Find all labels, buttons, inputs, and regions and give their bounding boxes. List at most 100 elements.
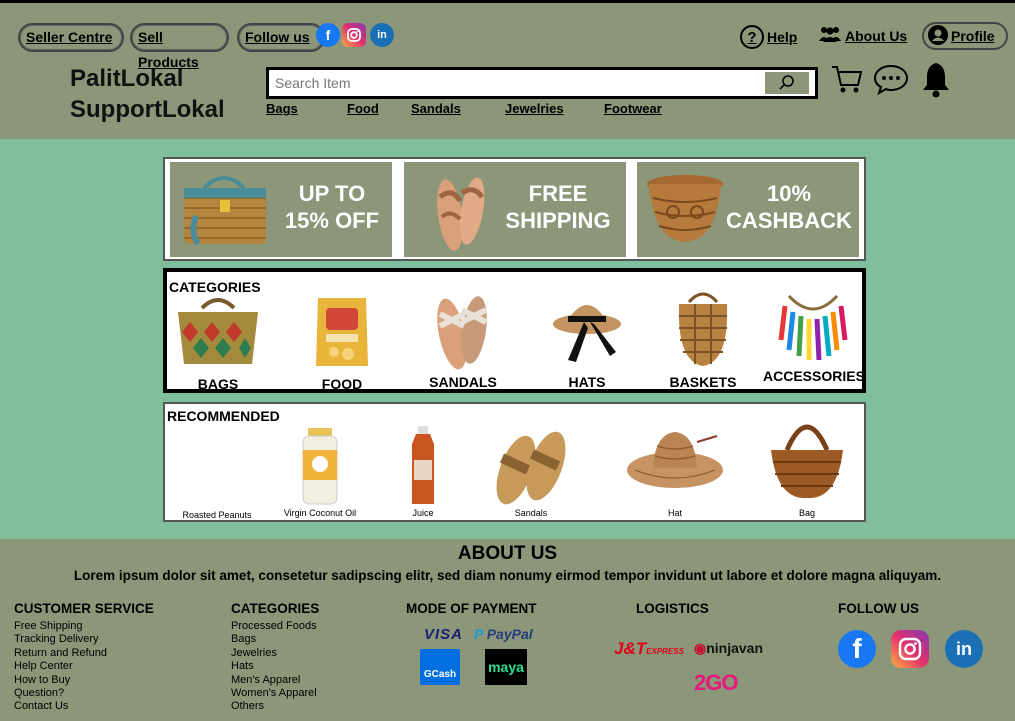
accessories-image	[778, 294, 848, 361]
category-baskets[interactable]: BASKETS	[659, 290, 747, 390]
category-bags-label: BAGS	[197, 376, 239, 392]
sandals-cat-image	[437, 296, 488, 370]
brand-logo[interactable]: PalitLokal SupportLokal	[70, 63, 225, 125]
jt-sub-label: EXPRESS	[646, 647, 684, 656]
rec-item-label: Hat	[667, 508, 682, 518]
footer-category-link[interactable]: Women's Apparel	[231, 687, 319, 700]
cs-link[interactable]: Return and Refund	[14, 647, 154, 660]
follow-title: FOLLOW US	[838, 601, 919, 616]
cs-link[interactable]: Question?	[14, 687, 154, 700]
categories-section: CATEGORIES BAGS FOOD SANDALS HATS BASKET…	[163, 268, 866, 393]
user-circle-icon	[928, 24, 948, 48]
nav-jewelries[interactable]: Jewelries	[505, 101, 564, 116]
search-button[interactable]	[765, 72, 809, 94]
category-hats-label: HATS	[568, 374, 606, 390]
cs-link[interactable]: Tracking Delivery	[14, 633, 154, 646]
footer-category-link[interactable]: Bags	[231, 633, 319, 646]
category-food[interactable]: FOOD	[297, 294, 387, 392]
rec-item-bag[interactable]: Bag	[763, 410, 851, 518]
footer-category-link[interactable]: Men's Apparel	[231, 674, 319, 687]
about-us-link[interactable]: About Us	[818, 25, 907, 46]
instagram-icon[interactable]	[342, 23, 366, 47]
bell-icon[interactable]	[920, 61, 952, 104]
category-accessories-label: ACCESSORIES	[763, 368, 865, 384]
rec-hat-image	[627, 432, 723, 488]
footer-categories-column: CATEGORIES Processed Foods Bags Jewelrie…	[231, 601, 319, 714]
promo-discount[interactable]: UP TO 15% OFF	[170, 162, 392, 257]
cs-link[interactable]: Contact Us	[14, 700, 154, 713]
promo-shipping[interactable]: FREE SHIPPING	[404, 162, 626, 257]
category-baskets-label: BASKETS	[669, 374, 737, 390]
facebook-icon[interactable]: f	[838, 630, 876, 668]
follow-column: FOLLOW US	[838, 601, 919, 620]
header: Seller Centre Sell Products Follow us f …	[0, 0, 1015, 139]
paypal-logo: P PayPal	[474, 626, 533, 642]
ninjavan-logo: ◉ninjavan	[694, 640, 763, 657]
category-hats[interactable]: HATS	[545, 290, 629, 390]
linkedin-icon[interactable]: in	[945, 630, 983, 668]
gcash-logo: GCash	[420, 649, 460, 685]
category-accessories[interactable]: ACCESSORIES	[763, 286, 865, 386]
ninjavan-label: ninjavan	[706, 640, 764, 656]
footer-category-link[interactable]: Hats	[231, 660, 319, 673]
rec-item-sandals[interactable]: Sandals	[485, 426, 577, 518]
about-title: ABOUT US	[457, 543, 558, 564]
brand-line-2: SupportLokal	[70, 96, 225, 123]
category-sandals-label: SANDALS	[429, 374, 497, 390]
about-us-label: About Us	[845, 27, 908, 44]
footer-category-link[interactable]: Others	[231, 700, 319, 713]
promo-cashback[interactable]: 10% CASHBACK	[637, 162, 859, 257]
nav-footwear[interactable]: Footwear	[604, 101, 662, 116]
rec-item-label: Sandals	[514, 508, 548, 518]
visa-logo: VISA	[424, 626, 464, 643]
promo-banner: UP TO 15% OFF FREE SHIPPING 10% CASHBACK	[163, 157, 866, 261]
nav-sandals[interactable]: Sandals	[411, 101, 461, 116]
help-link[interactable]: ? Help	[740, 25, 797, 49]
sandals-image	[428, 167, 490, 261]
category-food-label: FOOD	[321, 376, 363, 392]
cs-link[interactable]: Help Center	[14, 660, 154, 673]
search-input[interactable]	[269, 70, 759, 96]
categories-title: CATEGORIES	[169, 279, 261, 295]
promo-cashback-line1: 10%	[766, 181, 812, 206]
search-bar	[266, 67, 818, 99]
coconut-oil-image	[302, 428, 338, 505]
brand-line-1: PalitLokal	[70, 65, 184, 92]
rec-item-label: Virgin Coconut Oil	[283, 508, 357, 518]
maya-logo: maya	[485, 649, 527, 685]
footer: CUSTOMER SERVICE Free Shipping Tracking …	[0, 591, 1015, 721]
cs-link[interactable]: How to Buy	[14, 674, 154, 687]
payment-title: MODE OF PAYMENT	[406, 601, 537, 616]
nav-bags[interactable]: Bags	[266, 101, 298, 116]
jt-label: J&T	[614, 639, 647, 658]
food-image	[316, 298, 368, 366]
about-text: Lorem ipsum dolor sit amet, consetetur s…	[73, 568, 942, 583]
cart-icon[interactable]	[830, 61, 864, 100]
seller-centre-button[interactable]: Seller Centre	[18, 23, 124, 52]
customer-service-column: CUSTOMER SERVICE Free Shipping Tracking …	[14, 601, 154, 714]
rec-item-coconut-oil[interactable]: Virgin Coconut Oil	[275, 426, 365, 518]
instagram-icon[interactable]	[891, 630, 929, 668]
category-sandals[interactable]: SANDALS	[417, 290, 509, 390]
footer-category-link[interactable]: Jewelries	[231, 647, 319, 660]
category-bags[interactable]: BAGS	[171, 294, 265, 392]
cs-link[interactable]: Free Shipping	[14, 620, 154, 633]
facebook-icon[interactable]: f	[316, 23, 340, 47]
nav-food[interactable]: Food	[347, 101, 379, 116]
search-icon	[779, 75, 794, 90]
rec-bag-image	[771, 424, 843, 499]
users-icon	[818, 25, 842, 46]
promo-shipping-line1: FREE	[528, 181, 588, 206]
about-section: ABOUT US Lorem ipsum dolor sit amet, con…	[0, 539, 1015, 591]
chat-icon[interactable]	[873, 63, 909, 100]
profile-button[interactable]: Profile	[922, 22, 1008, 50]
rec-item-hat[interactable]: Hat	[625, 426, 725, 518]
footer-category-link[interactable]: Processed Foods	[231, 620, 319, 633]
footer-categories-title: CATEGORIES	[231, 601, 320, 616]
linkedin-icon[interactable]: in	[370, 23, 394, 47]
sell-products-button[interactable]: Sell Products	[130, 23, 229, 70]
rec-item-roasted-peanuts[interactable]: Roasted Peanuts	[175, 434, 259, 520]
rec-item-juice[interactable]: Juice	[395, 426, 451, 518]
follow-us-button[interactable]: Follow us	[237, 23, 325, 52]
bags-image	[178, 298, 258, 364]
